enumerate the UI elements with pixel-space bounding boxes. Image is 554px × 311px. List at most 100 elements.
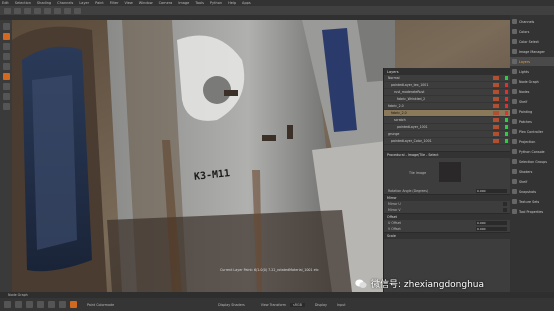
rotation-angle-value[interactable]: 0.000 xyxy=(476,189,507,193)
menu-item[interactable]: Python xyxy=(210,1,222,5)
menu-item[interactable]: Tools xyxy=(195,1,204,5)
tile-image-preview[interactable] xyxy=(439,162,461,182)
layer-row[interactable]: fabric_2.0 xyxy=(384,103,511,110)
layer-mask-icon[interactable] xyxy=(493,104,499,108)
offset-v-value[interactable]: 0.000 xyxy=(476,227,507,231)
new-file-icon[interactable] xyxy=(4,7,11,14)
smudge-tool-icon[interactable] xyxy=(2,63,10,70)
palette-item[interactable]: Selection Groups xyxy=(510,157,554,166)
palette-item[interactable]: Snapshots xyxy=(510,187,554,196)
layer-visibility-icon[interactable] xyxy=(505,139,508,143)
layer-visibility-icon[interactable] xyxy=(505,97,508,101)
clone-tool-icon[interactable] xyxy=(2,53,10,60)
layer-mask-icon[interactable] xyxy=(493,125,499,129)
redo-icon[interactable] xyxy=(44,7,51,14)
layer-mask-icon[interactable] xyxy=(493,90,499,94)
view-transform-value[interactable]: sRGB xyxy=(290,302,305,307)
erase-tool-icon[interactable] xyxy=(2,43,10,50)
offset-u-value[interactable]: 0.000 xyxy=(476,221,507,225)
palette-item[interactable]: Plex Controller xyxy=(510,127,554,136)
menu-item[interactable]: Paint xyxy=(95,1,104,5)
layer-row[interactable]: grunge xyxy=(384,131,511,138)
eraser-icon[interactable] xyxy=(64,7,71,14)
layer-visibility-icon[interactable] xyxy=(505,132,508,136)
palette-item[interactable]: Node Graph xyxy=(510,77,554,86)
offset-section-header[interactable]: Offset xyxy=(384,213,511,220)
layer-row[interactable]: paintedLayer_1001 xyxy=(384,124,511,131)
rotate-icon[interactable] xyxy=(26,301,33,308)
palette-item[interactable]: Painting xyxy=(510,107,554,116)
menu-item[interactable]: Apps xyxy=(242,1,251,5)
layer-row[interactable]: rust_moderateRust xyxy=(384,89,511,96)
menu-item[interactable]: Image xyxy=(178,1,189,5)
layer-visibility-icon[interactable] xyxy=(505,125,508,129)
layer-mask-icon[interactable] xyxy=(493,76,499,80)
layer-row[interactable]: scratch xyxy=(384,117,511,124)
mirror-section-header[interactable]: Mirror xyxy=(384,194,511,201)
menu-item[interactable]: View xyxy=(124,1,132,5)
select-tool-icon[interactable] xyxy=(2,23,10,30)
palette-item[interactable]: Python Console xyxy=(510,147,554,156)
layer-visibility-icon[interactable] xyxy=(505,104,508,108)
palette-item[interactable]: Lights xyxy=(510,67,554,76)
layer-mask-icon[interactable] xyxy=(493,132,499,136)
move-icon[interactable] xyxy=(15,301,22,308)
menu-item[interactable]: Window xyxy=(139,1,153,5)
brush-icon[interactable] xyxy=(54,7,61,14)
paint-brush-tool-icon[interactable] xyxy=(2,33,10,40)
palette-item[interactable]: Nodes xyxy=(510,87,554,96)
palette-item[interactable]: Shelf xyxy=(510,177,554,186)
open-file-icon[interactable] xyxy=(14,7,21,14)
layer-row[interactable]: paintedLayer_Color_1001 xyxy=(384,138,511,145)
layer-mask-icon[interactable] xyxy=(493,139,499,143)
scale-section-header[interactable]: Scale xyxy=(384,232,511,239)
layer-row[interactable]: fabric_2.0 xyxy=(384,110,511,117)
procedural-section-header[interactable]: Procedural - Image/Tile - Select xyxy=(384,151,511,158)
transform-tool-icon[interactable] xyxy=(2,93,10,100)
layer-visibility-icon[interactable] xyxy=(505,90,508,94)
layer-visibility-icon[interactable] xyxy=(505,83,508,87)
layer-visibility-icon[interactable] xyxy=(505,76,508,80)
menu-item[interactable]: Selection xyxy=(15,1,31,5)
layer-mask-icon[interactable] xyxy=(493,97,499,101)
menu-item[interactable]: Filter xyxy=(110,1,119,5)
mirror-u-checkbox[interactable] xyxy=(503,202,507,206)
menu-item[interactable]: Help xyxy=(228,1,236,5)
layer-row[interactable]: Normal xyxy=(384,75,511,82)
undo-icon[interactable] xyxy=(34,7,41,14)
palette-item[interactable]: Color Select xyxy=(510,37,554,46)
layer-mask-icon[interactable] xyxy=(493,83,499,87)
palette-item[interactable]: Texture Sets xyxy=(510,197,554,206)
layer-row[interactable]: fabric_Wrinkled_2 xyxy=(384,96,511,103)
layer-mask-icon[interactable] xyxy=(493,118,499,122)
scale-icon[interactable] xyxy=(37,301,44,308)
layer-visibility-icon[interactable] xyxy=(505,118,508,122)
menu-item[interactable]: Camera xyxy=(159,1,173,5)
palette-item[interactable]: Shaders xyxy=(510,167,554,176)
palette-item[interactable]: Colors xyxy=(510,27,554,36)
circle-icon[interactable] xyxy=(48,301,55,308)
menu-item[interactable]: Edit xyxy=(2,1,9,5)
menu-item[interactable]: Shading xyxy=(37,1,51,5)
layer-row[interactable]: paintedLayer_tex_1001 xyxy=(384,82,511,89)
brush-active-icon[interactable] xyxy=(70,301,77,308)
fill-icon[interactable] xyxy=(74,7,81,14)
mirror-v-checkbox[interactable] xyxy=(503,208,507,212)
color-picker-tool-icon[interactable] xyxy=(2,83,10,90)
layer-visibility-icon[interactable] xyxy=(505,111,508,115)
grid-icon[interactable] xyxy=(59,301,66,308)
palette-item[interactable]: Shelf xyxy=(510,97,554,106)
save-icon[interactable] xyxy=(24,7,31,14)
palette-item[interactable]: Channels xyxy=(510,17,554,26)
palette-item[interactable]: Image Manager xyxy=(510,47,554,56)
fill-tool-icon[interactable] xyxy=(2,73,10,80)
palette-item[interactable]: Tool Properties xyxy=(510,207,554,216)
paint-icon[interactable] xyxy=(4,301,11,308)
tab-node-graph[interactable]: Node Graph xyxy=(8,293,28,297)
palette-item[interactable]: Patches xyxy=(510,117,554,126)
menu-item[interactable]: Channels xyxy=(57,1,73,5)
palette-item[interactable]: Projection xyxy=(510,137,554,146)
menu-item[interactable]: Layer xyxy=(79,1,89,5)
layer-mask-icon[interactable] xyxy=(493,111,499,115)
paint-through-tool-icon[interactable] xyxy=(2,103,10,110)
